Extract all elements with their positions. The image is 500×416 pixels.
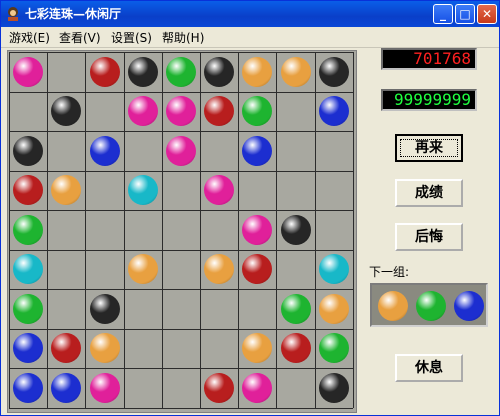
board-cell[interactable] — [277, 369, 314, 408]
board-cell[interactable] — [163, 290, 200, 329]
next-group-label: 下一组: — [369, 265, 410, 279]
app-icon — [8, 7, 18, 21]
board-cell[interactable] — [201, 290, 238, 329]
board-cell[interactable] — [48, 132, 85, 171]
ball[interactable] — [318, 333, 349, 364]
board-cell[interactable] — [86, 172, 123, 211]
board-cell[interactable] — [163, 211, 200, 250]
next-ball — [454, 291, 484, 321]
restart-button[interactable]: 再来 — [395, 134, 463, 162]
undo-button[interactable]: 后悔 — [395, 223, 463, 251]
board-cell[interactable] — [86, 93, 123, 132]
board-cell[interactable] — [48, 211, 85, 250]
minimize-icon: _ — [440, 7, 446, 21]
board-cell[interactable] — [86, 211, 123, 250]
ball[interactable] — [318, 96, 349, 127]
ball[interactable] — [51, 372, 82, 403]
ball[interactable] — [89, 135, 120, 166]
ball[interactable] — [165, 56, 196, 87]
ball[interactable] — [318, 372, 349, 403]
board-cell[interactable] — [163, 369, 200, 408]
board-cell[interactable] — [125, 330, 162, 369]
board-cell[interactable] — [125, 369, 162, 408]
ball[interactable] — [242, 214, 273, 245]
ball[interactable] — [242, 135, 273, 166]
title-bar[interactable]: 七彩连珠—休闲厅 _ □ ✕ — [1, 1, 499, 27]
ball[interactable] — [89, 293, 120, 324]
ball[interactable] — [204, 56, 235, 87]
board-cell[interactable] — [316, 211, 353, 250]
board-cell[interactable] — [86, 251, 123, 290]
ball[interactable] — [204, 372, 235, 403]
board-cell[interactable] — [201, 211, 238, 250]
board-cell[interactable] — [239, 172, 276, 211]
menu-view[interactable]: 查看(V) — [59, 29, 101, 46]
ball[interactable] — [127, 175, 158, 206]
rest-button[interactable]: 休息 — [395, 354, 463, 382]
board-cell[interactable] — [48, 290, 85, 329]
board-cell[interactable] — [201, 330, 238, 369]
ball[interactable] — [89, 372, 120, 403]
ball[interactable] — [318, 56, 349, 87]
board-cell[interactable] — [10, 93, 47, 132]
scores-button[interactable]: 成绩 — [395, 179, 463, 207]
ball[interactable] — [242, 56, 273, 87]
high-score: 99999999 — [381, 89, 477, 111]
menu-game[interactable]: 游戏(E) — [9, 29, 50, 46]
ball[interactable] — [13, 293, 44, 324]
board-cell[interactable] — [163, 251, 200, 290]
ball[interactable] — [127, 96, 158, 127]
board-cell[interactable] — [277, 132, 314, 171]
ball[interactable] — [280, 293, 311, 324]
board-cell[interactable] — [163, 330, 200, 369]
board-cell[interactable] — [316, 172, 353, 211]
board-cell[interactable] — [48, 53, 85, 92]
board-cell[interactable] — [163, 172, 200, 211]
ball[interactable] — [165, 96, 196, 127]
menu-bar: 游戏(E) 查看(V) 设置(S) 帮助(H) — [1, 27, 499, 48]
close-button[interactable]: ✕ — [477, 4, 497, 24]
grid-line — [9, 407, 353, 409]
board-cell[interactable] — [201, 132, 238, 171]
ball[interactable] — [280, 214, 311, 245]
board-cell[interactable] — [277, 251, 314, 290]
ball[interactable] — [13, 135, 44, 166]
next-ball — [416, 291, 446, 321]
ball[interactable] — [165, 135, 196, 166]
board-cell[interactable] — [125, 290, 162, 329]
ball[interactable] — [318, 293, 349, 324]
ball[interactable] — [242, 372, 273, 403]
ball[interactable] — [280, 333, 311, 364]
ball[interactable] — [13, 214, 44, 245]
board-cell[interactable] — [277, 93, 314, 132]
menu-help[interactable]: 帮助(H) — [162, 29, 204, 46]
game-board[interactable] — [7, 50, 357, 413]
ball[interactable] — [13, 372, 44, 403]
game-window: 七彩连珠—休闲厅 _ □ ✕ 游戏(E) 查看(V) 设置(S) 帮助(H) 7… — [0, 0, 500, 416]
next-ball — [378, 291, 408, 321]
close-icon: ✕ — [481, 7, 493, 21]
ball[interactable] — [127, 254, 158, 285]
minimize-button[interactable]: _ — [433, 4, 453, 24]
board-cell[interactable] — [125, 211, 162, 250]
ball[interactable] — [13, 56, 44, 87]
grid-line — [352, 52, 354, 408]
menu-settings[interactable]: 设置(S) — [111, 29, 152, 46]
ball[interactable] — [89, 333, 120, 364]
ball[interactable] — [89, 56, 120, 87]
window-title: 七彩连珠—休闲厅 — [25, 7, 122, 21]
ball[interactable] — [318, 254, 349, 285]
next-group-preview — [370, 283, 488, 327]
ball[interactable] — [127, 56, 158, 87]
board-cell[interactable] — [48, 251, 85, 290]
board-cell[interactable] — [125, 132, 162, 171]
ball[interactable] — [280, 56, 311, 87]
current-score: 701768 — [381, 48, 477, 70]
board-cell[interactable] — [239, 290, 276, 329]
board-cell[interactable] — [277, 172, 314, 211]
maximize-icon: □ — [459, 7, 471, 21]
board-cell[interactable] — [316, 132, 353, 171]
maximize-button[interactable]: □ — [455, 4, 475, 24]
